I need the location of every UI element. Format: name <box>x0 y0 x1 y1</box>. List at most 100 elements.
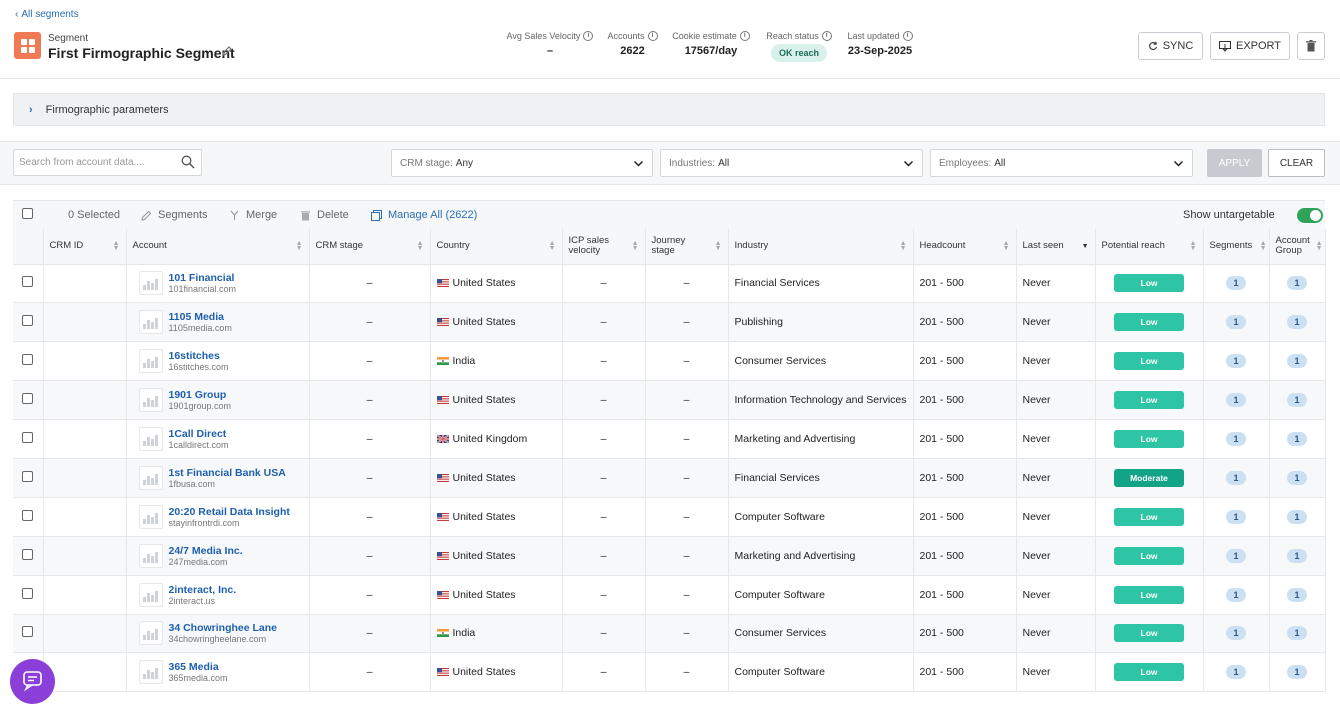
row-checkbox[interactable] <box>22 626 34 638</box>
info-icon[interactable]: i <box>902 31 913 41</box>
show-untargetable-toggle[interactable] <box>1297 208 1323 223</box>
account-name-link[interactable]: 1st Financial Bank USA <box>169 467 286 479</box>
info-icon[interactable]: i <box>739 31 750 41</box>
col-industry[interactable]: Industry ▲ ▼ <box>728 229 914 265</box>
delete-segment-button[interactable] <box>1297 32 1325 60</box>
export-button[interactable]: EXPORT <box>1210 32 1290 60</box>
segments-count-badge[interactable]: 1 <box>1226 548 1246 563</box>
col-crm-stage[interactable]: CRM stage ▲ ▼ <box>309 229 431 265</box>
industries-dropdown[interactable]: Industries: All <box>660 149 923 177</box>
account-name-link[interactable]: 2interact, Inc. <box>169 584 237 596</box>
country-cell: United States <box>430 575 563 615</box>
col-potential-reach[interactable]: Potential reach ▲ ▼ <box>1095 229 1204 265</box>
employees-dropdown[interactable]: Employees: All <box>930 149 1193 177</box>
merge-action[interactable]: Merge <box>229 209 277 221</box>
segments-action[interactable]: Segments <box>141 209 208 221</box>
industry-cell: Marketing and Advertising <box>728 419 914 459</box>
sort-icon: ▲ ▼ <box>548 240 556 252</box>
segments-count-badge[interactable]: 1 <box>1226 509 1246 524</box>
account-group-badge[interactable]: 1 <box>1287 509 1307 524</box>
segments-count-badge[interactable]: 1 <box>1226 354 1246 369</box>
sort-icon: ▲ ▼ <box>631 240 639 252</box>
info-icon[interactable]: i <box>583 31 594 41</box>
row-checkbox[interactable] <box>22 393 34 405</box>
sync-button[interactable]: SYNC <box>1138 32 1203 60</box>
us-flag-icon <box>436 318 449 327</box>
account-name-link[interactable]: 20:20 Retail Data Insight <box>169 506 290 518</box>
manage-icon <box>371 209 382 221</box>
segments-count-badge[interactable]: 1 <box>1226 276 1246 291</box>
account-group-badge[interactable]: 1 <box>1287 626 1307 641</box>
delete-action[interactable]: Delete <box>300 209 349 221</box>
col-last-seen[interactable]: Last seen ▼ <box>1016 229 1096 265</box>
table-row[interactable]: 101 Financial 101financial.com – United Sta… <box>13 264 1326 304</box>
col-crm-id[interactable]: CRM ID ▲ ▼ <box>43 229 127 265</box>
table-row[interactable]: 20:20 Retail Data Insight stayinfrontrdi.… <box>13 497 1326 537</box>
account-name-link[interactable]: 365 Media <box>169 661 228 673</box>
col-journey-stage[interactable]: Journey stage ▲ ▼ <box>645 229 729 265</box>
back-link[interactable]: ‹ All segments <box>15 9 79 20</box>
table-row[interactable]: 34 Chowringhee Lane 34chowringheelane.com… <box>13 614 1326 654</box>
row-checkbox[interactable] <box>22 509 34 521</box>
manage-all-action[interactable]: Manage All (2622) <box>371 209 477 221</box>
account-group-badge[interactable]: 1 <box>1287 276 1307 291</box>
select-all-checkbox[interactable] <box>22 208 33 219</box>
row-checkbox[interactable] <box>22 587 34 599</box>
potential-reach-cell: Low <box>1095 264 1204 304</box>
crm-stage-dropdown[interactable]: CRM stage: Any <box>391 149 653 177</box>
table-row[interactable]: 1Call Direct 1calldirect.com – United Kingd… <box>13 419 1326 459</box>
table-row[interactable]: 365 Media 365media.com – United States – – Com… <box>13 652 1326 693</box>
info-icon[interactable]: i <box>647 31 658 41</box>
account-name-link[interactable]: 101 Financial <box>169 272 237 284</box>
row-checkbox[interactable] <box>22 470 34 482</box>
account-name-link[interactable]: 16stitches <box>169 350 229 362</box>
search-icon[interactable] <box>181 155 195 169</box>
col-account[interactable]: Account ▲ ▼ <box>126 229 310 265</box>
col-icp-velocity[interactable]: ICP sales velocity ▲ ▼ <box>562 229 646 265</box>
back-link-label: All segments <box>21 9 79 20</box>
col-country[interactable]: Country ▲ ▼ <box>430 229 563 265</box>
table-row[interactable]: 1st Financial Bank USA 1fbusa.com – United … <box>13 458 1326 498</box>
chat-launcher-button[interactable] <box>10 659 55 704</box>
pencil-icon[interactable] <box>221 45 233 57</box>
row-checkbox[interactable] <box>22 315 34 327</box>
account-group-badge[interactable]: 1 <box>1287 315 1307 330</box>
account-group-badge[interactable]: 1 <box>1287 393 1307 408</box>
account-group-badge[interactable]: 1 <box>1287 354 1307 369</box>
segments-count-badge[interactable]: 1 <box>1226 393 1246 408</box>
info-icon[interactable]: i <box>821 31 832 41</box>
account-group-badge[interactable]: 1 <box>1287 587 1307 602</box>
col-headcount[interactable]: Headcount ▲ ▼ <box>913 229 1017 265</box>
clear-button[interactable]: CLEAR <box>1268 149 1325 177</box>
segments-count-badge[interactable]: 1 <box>1226 665 1246 680</box>
table-row[interactable]: 2interact, Inc. 2interact.us – United State… <box>13 575 1326 615</box>
account-group-badge[interactable]: 1 <box>1287 470 1307 485</box>
account-name-link[interactable]: 1Call Direct <box>169 428 229 440</box>
firmographic-parameters-toggle[interactable]: › Firmographic parameters <box>13 93 1325 126</box>
row-checkbox[interactable] <box>22 276 34 288</box>
crm-stage-cell: – <box>309 497 431 537</box>
apply-button[interactable]: APPLY <box>1207 149 1262 177</box>
table-row[interactable]: 1105 Media 1105media.com – United States – – P… <box>13 302 1326 343</box>
row-checkbox[interactable] <box>22 354 34 366</box>
segments-count-badge[interactable]: 1 <box>1226 470 1246 485</box>
row-checkbox[interactable] <box>22 548 34 560</box>
row-checkbox[interactable] <box>22 432 34 443</box>
account-name-link[interactable]: 34 Chowringhee Lane <box>169 622 278 634</box>
segments-count-badge[interactable]: 1 <box>1226 587 1246 602</box>
col-segments[interactable]: Segments ▲ ▼ <box>1203 229 1270 265</box>
col-account-group[interactable]: Account Group ▲ ▼ <box>1269 229 1326 265</box>
account-group-badge[interactable]: 1 <box>1287 548 1307 563</box>
account-name-link[interactable]: 24/7 Media Inc. <box>169 545 243 557</box>
search-input[interactable] <box>19 157 179 168</box>
account-group-badge[interactable]: 1 <box>1287 432 1307 446</box>
account-group-badge[interactable]: 1 <box>1287 665 1307 680</box>
account-name-link[interactable]: 1105 Media <box>169 311 232 323</box>
table-row[interactable]: 1901 Group 1901group.com – United States – – I… <box>13 380 1326 421</box>
segments-count-badge[interactable]: 1 <box>1226 432 1246 446</box>
segments-count-badge[interactable]: 1 <box>1226 626 1246 641</box>
table-row[interactable]: 24/7 Media Inc. 247media.com – United State… <box>13 536 1326 576</box>
segments-count-badge[interactable]: 1 <box>1226 315 1246 330</box>
table-row[interactable]: 16stitches 16stitches.com – India – – Consumer… <box>13 341 1326 382</box>
account-name-link[interactable]: 1901 Group <box>169 389 232 401</box>
